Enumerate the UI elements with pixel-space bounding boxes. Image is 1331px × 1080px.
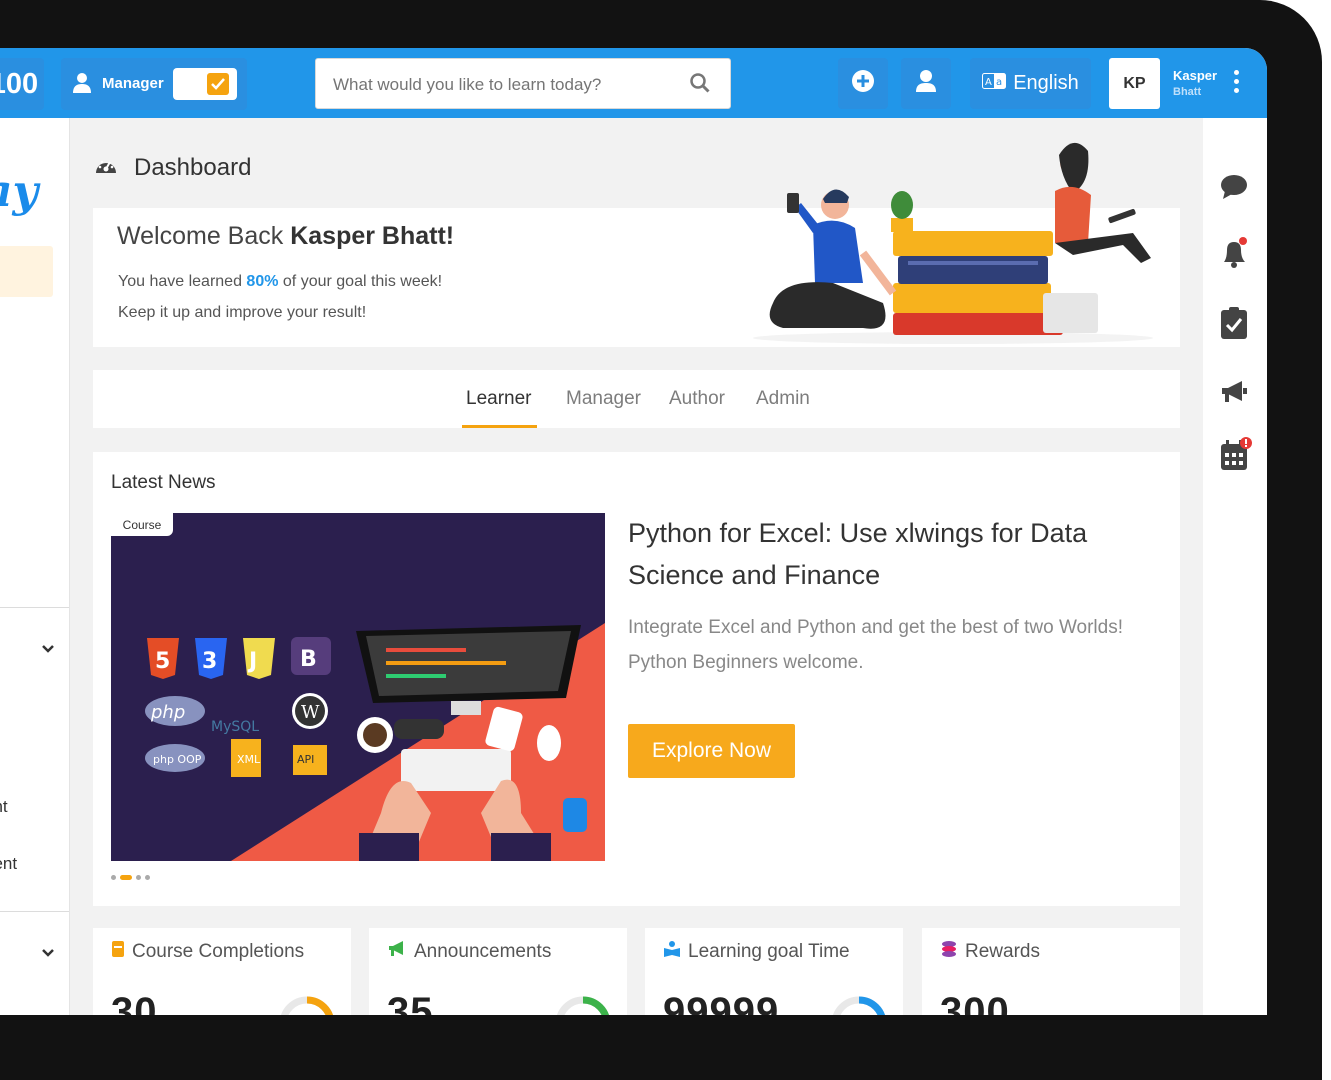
language-label: English	[1013, 72, 1079, 94]
svg-text:J: J	[247, 649, 257, 674]
bell-icon[interactable]	[1220, 236, 1250, 275]
welcome-name: Kasper Bhatt!	[290, 222, 455, 250]
svg-text:W: W	[301, 702, 320, 723]
svg-text:MySQL: MySQL	[211, 719, 259, 735]
stats-row: Course Completions 30 Announcements 35 L…	[93, 928, 1180, 1015]
avatar[interactable]: KP	[1109, 58, 1160, 109]
svg-text:5: 5	[155, 649, 170, 674]
stat-label: Announcements	[414, 941, 552, 962]
user-icon	[915, 69, 937, 98]
news-title[interactable]: Python for Excel: Use xlwings for Data S…	[628, 512, 1148, 596]
tab-learner[interactable]: Learner	[466, 388, 532, 410]
device-frame: 100 Manager	[0, 0, 1322, 1080]
progress-ring	[557, 996, 609, 1015]
app-screen: 100 Manager	[0, 48, 1267, 1015]
svg-text:A: A	[985, 77, 992, 88]
sidebar-item-4[interactable]: nent	[0, 854, 17, 874]
carousel-dot[interactable]	[145, 875, 150, 880]
sidebar-active-item[interactable]	[0, 246, 53, 297]
user-surname: Bhatt	[1173, 86, 1202, 98]
left-sidebar: ay e g s ent nent n	[0, 118, 70, 1015]
profile-button[interactable]	[901, 58, 951, 109]
calendar-icon[interactable]	[1220, 436, 1252, 477]
search-input[interactable]	[331, 72, 665, 98]
tab-admin[interactable]: Admin	[756, 388, 810, 410]
search-icon[interactable]	[690, 73, 710, 98]
check-icon	[207, 73, 229, 95]
svg-text:3: 3	[202, 649, 217, 674]
stat-card-rewards[interactable]: Rewards 300	[922, 928, 1180, 1015]
progress-ring	[281, 996, 333, 1015]
carousel-dot[interactable]	[136, 875, 141, 880]
svg-text:php: php	[150, 702, 185, 723]
stat-card-course-completions[interactable]: Course Completions 30	[93, 928, 351, 1015]
sidebar-item-3[interactable]: ent	[0, 797, 8, 817]
news-description: Integrate Excel and Python and get the b…	[628, 617, 1124, 673]
news-heading: Latest News	[111, 472, 216, 493]
page-title: Dashboard	[94, 154, 251, 182]
language-icon: Aa	[982, 72, 1007, 95]
right-rail	[1203, 118, 1267, 1015]
stat-card-announcements[interactable]: Announcements 35	[369, 928, 627, 1015]
tab-author[interactable]: Author	[669, 388, 725, 410]
carousel-dots[interactable]	[111, 875, 150, 880]
progress-text: You have learned 80% of your goal this w…	[118, 273, 443, 290]
brand-number[interactable]: 100	[0, 58, 44, 110]
dashboard-gauge-icon	[94, 154, 118, 182]
welcome-card: Welcome Back Kasper Bhatt! You have lear…	[93, 142, 1180, 347]
book-icon	[111, 940, 125, 964]
chevron-down-icon[interactable]	[42, 640, 54, 658]
top-bar: 100 Manager	[0, 48, 1267, 118]
svg-text:php OOP: php OOP	[153, 753, 202, 766]
main-content: Dashboard Welcome Back Kasper Bhatt! You…	[69, 118, 1203, 1015]
role-label: Manager	[102, 75, 164, 92]
carousel-dot[interactable]	[111, 875, 116, 880]
search-box[interactable]	[315, 58, 731, 109]
role-tabs: Learner Manager Author Admin	[93, 370, 1180, 428]
page-title-text: Dashboard	[134, 154, 252, 181]
news-image[interactable]: Course 5 3 J B php MySQL W php OOP XML A…	[111, 513, 605, 861]
welcome-heading: Welcome Back Kasper Bhatt!	[117, 222, 455, 250]
carousel-dot-active[interactable]	[120, 875, 132, 880]
course-badge: Course	[111, 513, 173, 536]
coins-icon	[940, 940, 958, 964]
reader-icon	[663, 940, 681, 964]
role-toggle[interactable]	[173, 68, 237, 100]
explore-now-button[interactable]: Explore Now	[628, 724, 795, 778]
add-button[interactable]	[838, 58, 888, 109]
latest-news-card: Latest News Course 5 3 J B php MySQL W p…	[93, 452, 1180, 906]
more-menu-icon[interactable]	[1234, 70, 1240, 97]
stat-value: 35	[387, 990, 434, 1015]
user-tie-icon	[72, 72, 92, 99]
svg-text:XML: XML	[237, 753, 261, 766]
megaphone-icon[interactable]	[1220, 380, 1248, 409]
stat-value: 300	[940, 990, 1010, 1015]
logo: ay	[0, 166, 39, 217]
svg-text:B: B	[300, 647, 317, 672]
chat-icon[interactable]	[1220, 174, 1248, 205]
progress-percent: 80%	[246, 273, 279, 290]
plus-circle-icon	[851, 69, 875, 98]
language-selector[interactable]: Aa English	[970, 58, 1091, 109]
tab-manager[interactable]: Manager	[566, 388, 641, 410]
user-name: Kasper	[1173, 68, 1218, 83]
chevron-down-icon[interactable]	[42, 944, 54, 962]
clipboard-check-icon[interactable]	[1220, 306, 1248, 345]
sidebar-divider	[0, 911, 69, 912]
stat-label: Course Completions	[132, 941, 305, 962]
stat-value: 30	[111, 990, 158, 1015]
role-switcher[interactable]: Manager	[61, 58, 247, 110]
sidebar-divider	[0, 607, 69, 608]
svg-text:API: API	[297, 753, 314, 766]
active-tab-underline	[462, 425, 537, 428]
study-illustration	[743, 133, 1163, 353]
stat-value: 99999	[663, 990, 780, 1015]
megaphone-icon	[387, 940, 407, 964]
stat-label: Learning goal Time	[688, 941, 850, 962]
encourage-text: Keep it up and improve your result!	[118, 304, 367, 321]
stat-label: Rewards	[965, 941, 1040, 962]
stat-card-learning-goal-time[interactable]: Learning goal Time 99999	[645, 928, 903, 1015]
progress-ring	[833, 996, 885, 1015]
svg-text:a: a	[996, 77, 1002, 88]
